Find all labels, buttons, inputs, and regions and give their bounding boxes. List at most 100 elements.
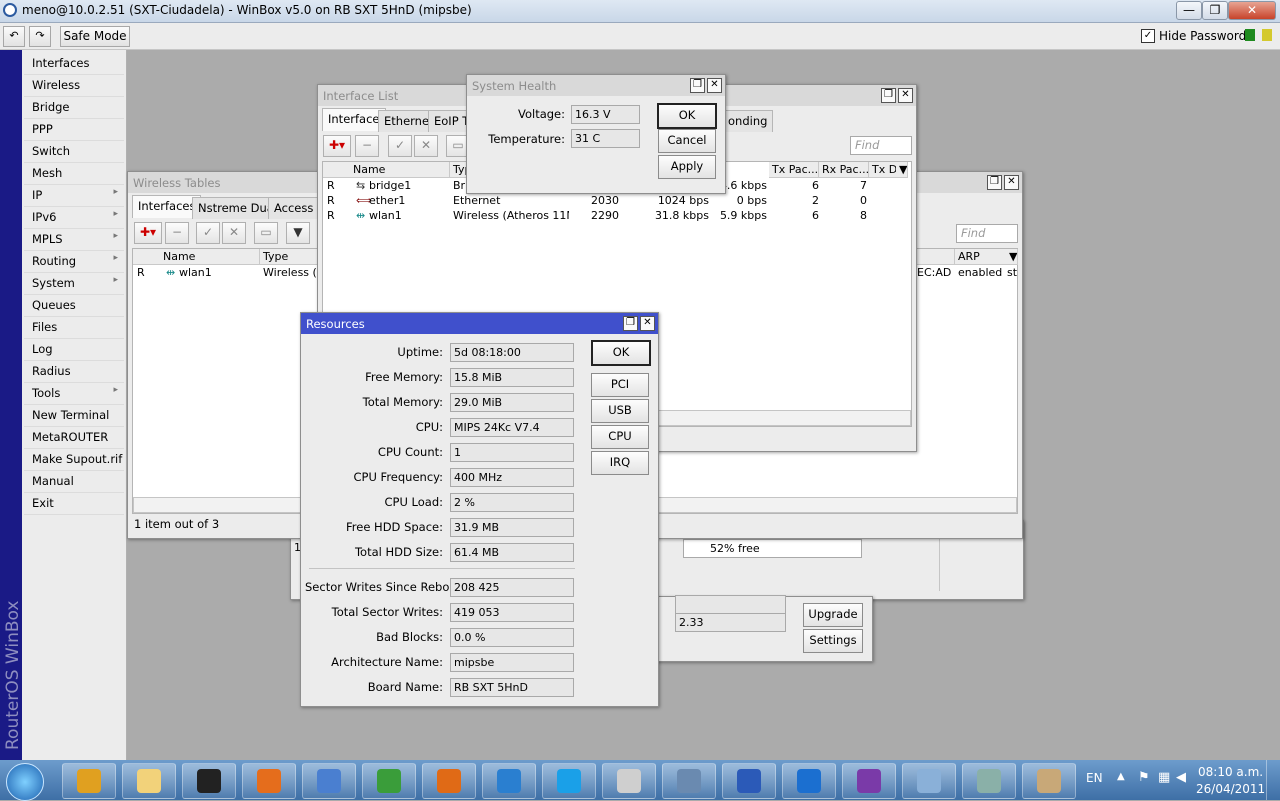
sidebar-item-routing[interactable]: Routing ▸: [24, 251, 124, 273]
wireless-col-mac[interactable]: [913, 249, 955, 265]
sidebar-item-bridge[interactable]: Bridge: [24, 97, 124, 119]
taskbar-paint-button[interactable]: [1022, 763, 1076, 799]
tab-interface[interactable]: Interface: [322, 108, 386, 131]
sidebar-item-queues[interactable]: Queues: [24, 295, 124, 317]
action-center-icon[interactable]: ⚑: [1138, 770, 1150, 785]
interface-col-tx-packets[interactable]: Tx Pac...: [769, 162, 819, 178]
safe-mode-button[interactable]: Safe Mode: [60, 26, 130, 47]
resources-ok-button[interactable]: OK: [591, 340, 651, 366]
health-ok-button[interactable]: OK: [657, 103, 717, 129]
taskbar-chrome-button[interactable]: [62, 763, 116, 799]
interface-column-menu-icon[interactable]: ▼: [896, 162, 908, 178]
show-desktop-button[interactable]: [1266, 760, 1280, 800]
sidebar-item-mesh[interactable]: Mesh: [24, 163, 124, 185]
show-hidden-icons-icon[interactable]: ▲: [1117, 771, 1125, 782]
interface-row-name[interactable]: bridge1: [369, 178, 449, 193]
taskbar-winbox-button[interactable]: [482, 763, 536, 799]
taskbar-explorer-button[interactable]: [122, 763, 176, 799]
taskbar-calculator-button[interactable]: [602, 763, 656, 799]
interface-col-rx-packets[interactable]: Rx Pac...: [819, 162, 869, 178]
health-cancel-button[interactable]: Cancel: [658, 129, 716, 153]
resources-maximize-button[interactable]: ❐: [623, 316, 638, 331]
taskbar-teamviewer-button[interactable]: [782, 763, 836, 799]
clock-time[interactable]: 08:10 a.m.: [1198, 765, 1263, 779]
resources-close-button[interactable]: ✕: [640, 316, 655, 331]
taskbar-media-player-button[interactable]: [242, 763, 296, 799]
wireless-disable-button[interactable]: ✕: [222, 222, 246, 244]
volume-icon[interactable]: ◀: [1176, 770, 1186, 785]
interface-row-name[interactable]: ether1: [369, 193, 449, 208]
sidebar-item-exit[interactable]: Exit: [24, 493, 124, 515]
sidebar-item-interfaces[interactable]: Interfaces: [24, 53, 124, 75]
wireless-col-type[interactable]: Type: [260, 249, 324, 265]
resources-irq-button[interactable]: IRQ: [591, 451, 649, 475]
wireless-filter-icon[interactable]: ▼: [286, 222, 310, 244]
wireless-find-input[interactable]: Find: [956, 224, 1018, 243]
taskbar-remote-desktop-button[interactable]: [662, 763, 716, 799]
health-close-button[interactable]: ✕: [707, 78, 722, 93]
interface-col-flag[interactable]: [323, 162, 351, 178]
wireless-col-flag[interactable]: [133, 249, 161, 265]
wireless-row-name[interactable]: wlan1: [179, 265, 212, 280]
language-indicator[interactable]: EN: [1086, 771, 1103, 785]
taskbar-control-panel-button[interactable]: [962, 763, 1016, 799]
wireless-column-menu-icon[interactable]: ▼: [1006, 249, 1018, 265]
sidebar-item-log[interactable]: Log: [24, 339, 124, 361]
settings-button[interactable]: Settings: [803, 629, 863, 653]
taskbar-word-button[interactable]: [722, 763, 776, 799]
sidebar-item-new-terminal[interactable]: New Terminal: [24, 405, 124, 427]
close-button[interactable]: ✕: [1228, 1, 1276, 20]
clock-date[interactable]: 26/04/2011: [1196, 782, 1265, 796]
sidebar-item-mpls[interactable]: MPLS ▸: [24, 229, 124, 251]
taskbar-network-tool-button[interactable]: [302, 763, 356, 799]
interface-col-name[interactable]: Name: [350, 162, 450, 178]
wireless-enable-button[interactable]: ✓: [196, 222, 220, 244]
tab-bonding[interactable]: onding: [722, 110, 774, 132]
start-button[interactable]: [6, 763, 44, 801]
sidebar-item-make-supout-rif[interactable]: Make Supout.rif: [24, 449, 124, 471]
resources-usb-button[interactable]: USB: [591, 399, 649, 423]
network-icon[interactable]: ▦: [1158, 770, 1170, 785]
sidebar-item-ipv6[interactable]: IPv6 ▸: [24, 207, 124, 229]
interface-col-tx-drops[interactable]: Tx D: [869, 162, 897, 178]
taskbar-notes-button[interactable]: [902, 763, 956, 799]
sidebar-item-metarouter[interactable]: MetaROUTER: [24, 427, 124, 449]
hide-passwords-checkbox[interactable]: ✓: [1141, 29, 1155, 43]
interface-close-button[interactable]: ✕: [898, 88, 913, 103]
wireless-col-name[interactable]: Name: [160, 249, 260, 265]
sidebar-item-switch[interactable]: Switch: [24, 141, 124, 163]
taskbar-firefox-button[interactable]: [422, 763, 476, 799]
sidebar-item-manual[interactable]: Manual: [24, 471, 124, 493]
redo-button[interactable]: ↷: [29, 26, 51, 47]
sidebar-item-radius[interactable]: Radius: [24, 361, 124, 383]
minimize-button[interactable]: —: [1176, 1, 1202, 20]
interface-maximize-button[interactable]: ❐: [881, 88, 896, 103]
wireless-col-arp[interactable]: ARP: [955, 249, 1007, 265]
health-apply-button[interactable]: Apply: [658, 155, 716, 179]
interface-add-button[interactable]: ✚▾: [323, 135, 351, 157]
wireless-add-button[interactable]: ✚▾: [134, 222, 162, 244]
interface-enable-button[interactable]: ✓: [388, 135, 412, 157]
interface-find-input[interactable]: Find: [850, 136, 912, 155]
taskbar-skype-button[interactable]: [542, 763, 596, 799]
resources-cpu-button[interactable]: CPU: [591, 425, 649, 449]
sidebar-item-files[interactable]: Files: [24, 317, 124, 339]
sidebar-item-ppp[interactable]: PPP: [24, 119, 124, 141]
health-maximize-button[interactable]: ❐: [690, 78, 705, 93]
wireless-maximize-button[interactable]: ❐: [987, 175, 1002, 190]
interface-remove-button[interactable]: −: [355, 135, 379, 157]
undo-button[interactable]: ↶: [3, 26, 25, 47]
maximize-button[interactable]: ❐: [1202, 1, 1228, 20]
sidebar-item-tools[interactable]: Tools ▸: [24, 383, 124, 405]
interface-disable-button[interactable]: ✕: [414, 135, 438, 157]
upgrade-button[interactable]: Upgrade: [803, 603, 863, 627]
resources-pci-button[interactable]: PCI: [591, 373, 649, 397]
wireless-close-button[interactable]: ✕: [1004, 175, 1019, 190]
taskbar-terminal-button[interactable]: [182, 763, 236, 799]
interface-row-name[interactable]: wlan1: [369, 208, 449, 223]
wireless-comment-button[interactable]: ▭: [254, 222, 278, 244]
sidebar-item-wireless[interactable]: Wireless: [24, 75, 124, 97]
wireless-remove-button[interactable]: −: [165, 222, 189, 244]
taskbar-messenger-button[interactable]: [362, 763, 416, 799]
sidebar-item-ip[interactable]: IP ▸: [24, 185, 124, 207]
